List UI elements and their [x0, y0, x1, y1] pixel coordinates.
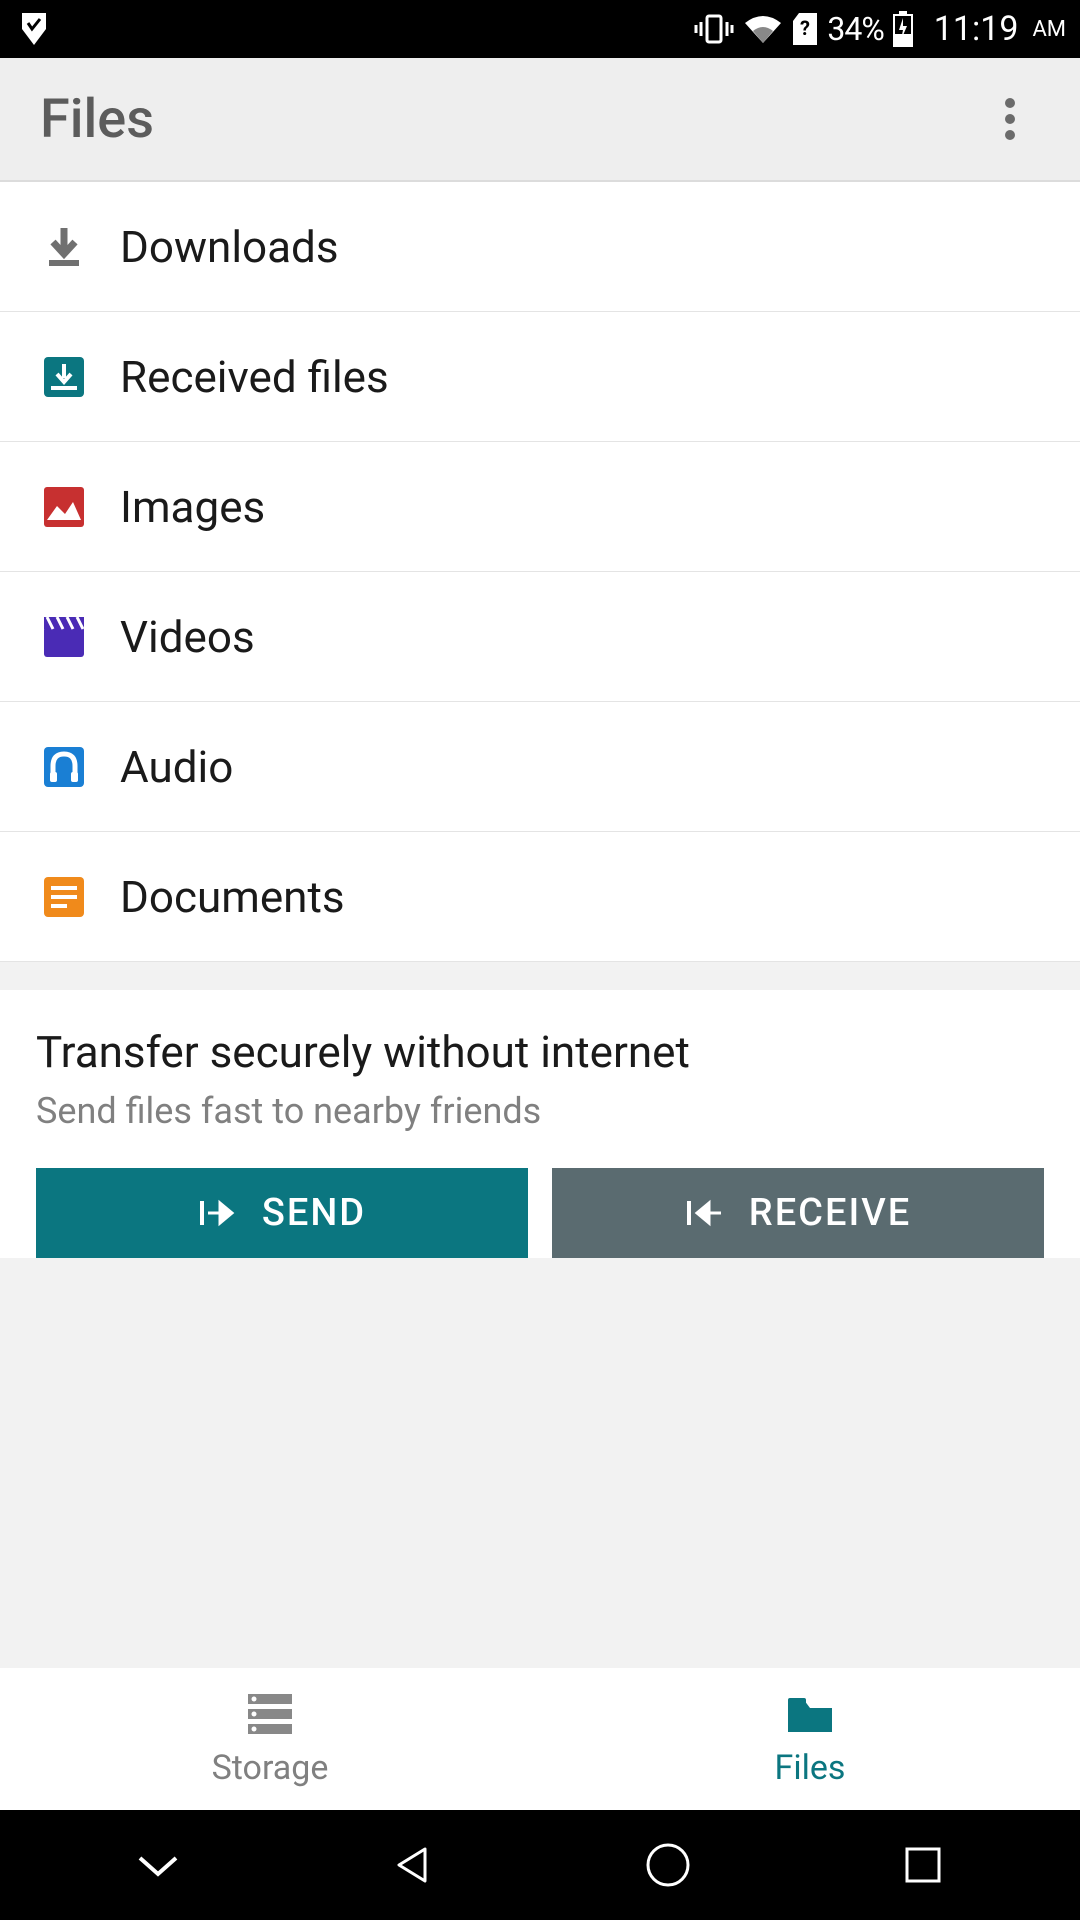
document-icon: [40, 873, 88, 921]
battery-charging-icon: [892, 10, 914, 48]
nav-collapse-button[interactable]: [123, 1830, 193, 1900]
more-options-button[interactable]: [980, 89, 1040, 149]
recents-square-icon: [903, 1845, 943, 1885]
headphones-icon: [40, 743, 88, 791]
tab-files[interactable]: Files: [540, 1668, 1080, 1810]
category-list: Downloads Received files Images Videos A…: [0, 182, 1080, 962]
video-clapper-icon: [40, 613, 88, 661]
android-nav-bar: [0, 1810, 1080, 1920]
receive-arrow-icon: [685, 1195, 729, 1231]
page-title: Files: [40, 88, 980, 151]
transfer-buttons: SEND RECEIVE: [36, 1168, 1044, 1258]
receive-button[interactable]: RECEIVE: [552, 1168, 1044, 1258]
app-notification-icon: [14, 9, 54, 49]
svg-text:?: ?: [800, 16, 810, 40]
inbox-download-icon: [40, 353, 88, 401]
category-audio[interactable]: Audio: [0, 702, 1080, 832]
category-label: Videos: [120, 611, 255, 663]
battery-percent: 34%: [827, 10, 883, 48]
bottom-tabs: Storage Files: [0, 1668, 1080, 1810]
send-arrow-icon: [198, 1195, 242, 1231]
chevron-down-icon: [134, 1850, 182, 1880]
image-icon: [40, 483, 88, 531]
receive-label: RECEIVE: [749, 1191, 911, 1235]
transfer-subtitle: Send files fast to nearby friends: [36, 1090, 1044, 1132]
clock: 11:19: [934, 9, 1019, 49]
category-label: Audio: [120, 741, 233, 793]
status-left: [14, 9, 693, 49]
transfer-card: Transfer securely without internet Send …: [0, 990, 1080, 1258]
transfer-title: Transfer securely without internet: [36, 1026, 1044, 1078]
tab-storage[interactable]: Storage: [0, 1668, 540, 1810]
category-label: Received files: [120, 351, 389, 403]
category-videos[interactable]: Videos: [0, 572, 1080, 702]
category-label: Downloads: [120, 221, 339, 273]
status-right: ? 34% 11:19 AM: [693, 9, 1066, 49]
sim-unknown-icon: ?: [791, 11, 819, 47]
vibrate-icon: [693, 12, 735, 46]
category-received-files[interactable]: Received files: [0, 312, 1080, 442]
app-bar: Files: [0, 58, 1080, 182]
category-images[interactable]: Images: [0, 442, 1080, 572]
download-icon: [40, 223, 88, 271]
status-bar: ? 34% 11:19 AM: [0, 0, 1080, 58]
folder-icon: [782, 1690, 838, 1738]
nav-recents-button[interactable]: [888, 1830, 958, 1900]
tab-label: Files: [775, 1748, 846, 1788]
category-documents[interactable]: Documents: [0, 832, 1080, 962]
back-triangle-icon: [391, 1843, 435, 1887]
storage-icon: [242, 1690, 298, 1738]
category-downloads[interactable]: Downloads: [0, 182, 1080, 312]
category-label: Documents: [120, 871, 345, 923]
tab-label: Storage: [212, 1748, 329, 1788]
send-button[interactable]: SEND: [36, 1168, 528, 1258]
category-label: Images: [120, 481, 265, 533]
send-label: SEND: [262, 1191, 366, 1235]
wifi-icon: [743, 13, 783, 45]
nav-home-button[interactable]: [633, 1830, 703, 1900]
more-vert-icon: [1004, 95, 1016, 143]
nav-back-button[interactable]: [378, 1830, 448, 1900]
home-circle-icon: [644, 1841, 692, 1889]
clock-ampm: AM: [1032, 17, 1066, 42]
